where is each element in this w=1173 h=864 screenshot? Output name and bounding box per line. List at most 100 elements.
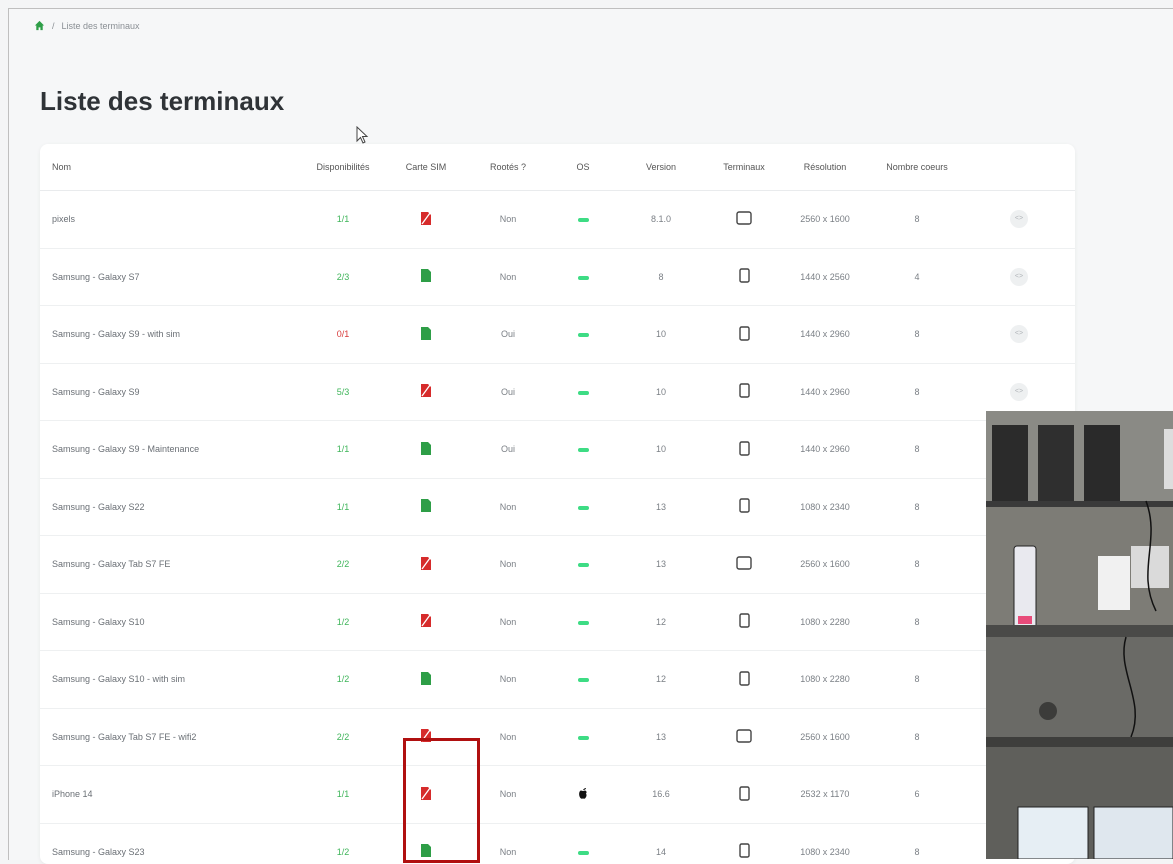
device-type-cell [709, 535, 779, 594]
table-row[interactable]: Samsung - Galaxy S10 - with sim 1/2 Non 12 1… [40, 650, 1075, 709]
device-name[interactable]: Samsung - Galaxy S22 [40, 478, 297, 536]
device-type-cell [709, 478, 779, 536]
resolution: 1440 x 2960 [779, 420, 871, 479]
rooted: Non [463, 650, 553, 709]
sim-cell [389, 535, 463, 594]
android-icon [577, 333, 589, 338]
column-header-cores[interactable]: Nombre coeurs [871, 144, 963, 191]
page-title: Liste des terminaux [40, 86, 285, 116]
rooted: Non [463, 190, 553, 249]
resolution: 2560 x 1600 [779, 535, 871, 594]
smartphone-icon [738, 268, 750, 285]
cores: 4 [871, 248, 963, 306]
table-row[interactable]: iPhone 14 1/1 Non 16.6 2532 x 1170 6 [40, 765, 1075, 824]
sim-card-icon [421, 269, 431, 284]
availability: 5/3 [297, 363, 389, 421]
version: 13 [613, 478, 709, 536]
table-row[interactable]: Samsung - Galaxy Tab S7 FE 2/2 Non 13 2560 x… [40, 535, 1075, 594]
os-cell [553, 593, 613, 651]
cores: 8 [871, 823, 963, 864]
device-type-cell [709, 650, 779, 709]
sim-cell [389, 478, 463, 536]
android-icon [577, 275, 589, 280]
column-header-availability[interactable]: Disponibilités [297, 144, 389, 191]
device-name[interactable]: Samsung - Galaxy Tab S7 FE [40, 535, 297, 594]
table-row[interactable]: Samsung - Galaxy S9 - Maintenance 1/1 Oui 1… [40, 420, 1075, 479]
device-type-cell [709, 420, 779, 479]
table-row[interactable]: Samsung - Galaxy Tab S7 FE - wifi2 2/2 Non… [40, 708, 1075, 766]
column-header-name[interactable]: Nom [40, 144, 297, 191]
android-icon [577, 563, 589, 568]
smartphone-icon [738, 383, 750, 400]
sim-card-off-icon [421, 211, 431, 227]
table-header-row: Nom Disponibilités Carte SIM Rootés ? OS… [40, 144, 1075, 191]
device-name[interactable]: Samsung - Galaxy S7 [40, 248, 297, 306]
cores: 8 [871, 363, 963, 421]
availability: 1/2 [297, 823, 389, 864]
smartphone-icon [738, 613, 750, 630]
device-type-cell [709, 823, 779, 864]
cores: 8 [871, 420, 963, 479]
home-icon[interactable] [34, 20, 45, 31]
resolution: 2532 x 1170 [779, 765, 871, 824]
tablet-icon [736, 729, 752, 745]
device-name[interactable]: Samsung - Galaxy S10 - with sim [40, 650, 297, 709]
table-row[interactable]: Samsung - Galaxy S9 - with sim 0/1 Oui 10 14… [40, 305, 1075, 364]
code-icon[interactable]: <> [1010, 267, 1028, 286]
resolution: 1080 x 2280 [779, 650, 871, 709]
code-icon[interactable]: <> [1010, 210, 1028, 229]
android-icon [577, 218, 589, 223]
sim-cell [389, 650, 463, 709]
column-header-os[interactable]: OS [553, 144, 613, 191]
os-cell [553, 765, 613, 824]
device-name[interactable]: Samsung - Galaxy S9 - Maintenance [40, 420, 297, 479]
availability: 2/2 [297, 708, 389, 766]
os-cell [553, 248, 613, 306]
device-name[interactable]: Samsung - Galaxy S9 - with sim [40, 305, 297, 364]
rooted: Non [463, 248, 553, 306]
os-cell [553, 823, 613, 864]
version: 13 [613, 708, 709, 766]
availability: 1/1 [297, 190, 389, 249]
table-row[interactable]: pixels 1/1 Non 8.1.0 2560 x 1600 8 <> [40, 190, 1075, 249]
table-row[interactable]: Samsung - Galaxy S9 5/3 Oui 10 1440 x 2960 8 <… [40, 363, 1075, 421]
android-icon [577, 390, 589, 395]
device-type-cell [709, 363, 779, 421]
devices-table: Nom Disponibilités Carte SIM Rootés ? OS… [40, 144, 1075, 864]
cores: 8 [871, 305, 963, 364]
column-header-rooted[interactable]: Rootés ? [463, 144, 553, 191]
device-name[interactable]: Samsung - Galaxy S23 [40, 823, 297, 864]
device-name[interactable]: iPhone 14 [40, 765, 297, 824]
rooted: Oui [463, 420, 553, 479]
rooted: Oui [463, 363, 553, 421]
device-name[interactable]: pixels [40, 190, 297, 249]
device-name[interactable]: Samsung - Galaxy S10 [40, 593, 297, 651]
os-cell [553, 478, 613, 536]
device-name[interactable]: Samsung - Galaxy Tab S7 FE - wifi2 [40, 708, 297, 766]
cores: 8 [871, 708, 963, 766]
table-row[interactable]: Samsung - Galaxy S22 1/1 Non 13 1080 x 2340 8 [40, 478, 1075, 536]
highlight-box [403, 738, 480, 863]
device-type-cell [709, 248, 779, 306]
os-cell [553, 420, 613, 479]
column-header-sim[interactable]: Carte SIM [389, 144, 463, 191]
mouse-cursor-icon [356, 126, 369, 144]
column-header-resolution[interactable]: Résolution [779, 144, 871, 191]
device-name[interactable]: Samsung - Galaxy S9 [40, 363, 297, 421]
smartphone-icon [738, 498, 750, 515]
table-row[interactable]: Samsung - Galaxy S23 1/2 Non 14 1080 x 2340 8 [40, 823, 1075, 864]
tablet-icon [736, 556, 752, 572]
tablet-icon [736, 211, 752, 227]
column-header-devices[interactable]: Terminaux [709, 144, 779, 191]
code-icon[interactable]: <> [1010, 325, 1028, 344]
sim-cell [389, 248, 463, 306]
column-header-actions [963, 144, 1075, 191]
cores: 8 [871, 650, 963, 709]
table-row[interactable]: Samsung - Galaxy S10 1/2 Non 12 1080 x 2280 8 [40, 593, 1075, 651]
version: 14 [613, 823, 709, 864]
column-header-version[interactable]: Version [613, 144, 709, 191]
table-row[interactable]: Samsung - Galaxy S7 2/3 Non 8 1440 x 2560 4 <> [40, 248, 1075, 306]
code-icon[interactable]: <> [1010, 382, 1028, 401]
breadcrumb-separator: / [52, 20, 55, 31]
version: 16.6 [613, 765, 709, 824]
